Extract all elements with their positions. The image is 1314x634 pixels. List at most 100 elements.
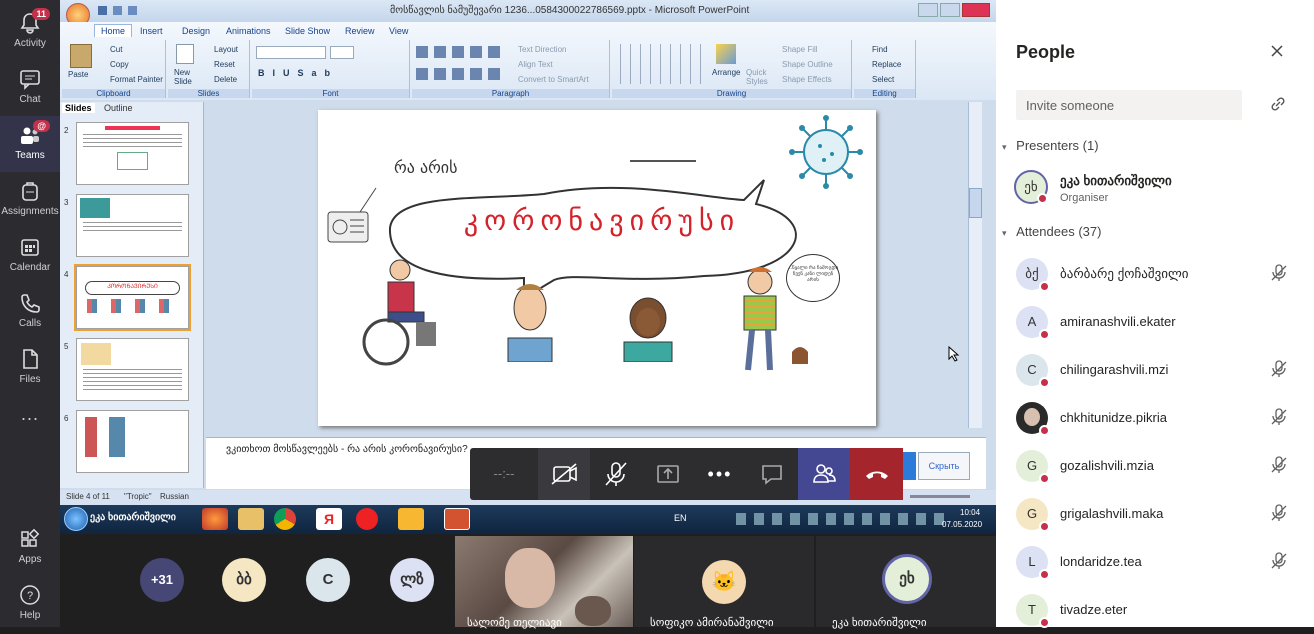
maximize-icon[interactable] (940, 3, 961, 17)
rail-chat[interactable]: Chat (0, 60, 60, 116)
tab-insert[interactable]: Insert (140, 26, 163, 36)
rail-assignments[interactable]: Assignments (0, 172, 60, 228)
close-icon[interactable] (962, 3, 990, 17)
current-slide[interactable]: რა არის კორონავირუსი ...წყალი რა ჩამოგდი… (318, 110, 876, 426)
layout-button[interactable]: Layout (214, 45, 238, 54)
rail-calendar[interactable]: Calendar (0, 228, 60, 284)
yandex-browser-icon[interactable] (356, 508, 378, 530)
shapes-gallery[interactable] (618, 44, 704, 84)
format-painter-button[interactable]: Format Painter (110, 75, 163, 84)
tab-view[interactable]: View (389, 26, 408, 36)
start-button[interactable] (64, 507, 88, 531)
overflow-participants-avatar[interactable]: +31 (140, 558, 184, 602)
delete-button[interactable]: Delete (214, 75, 237, 84)
yandex-icon[interactable]: Я (316, 508, 342, 530)
text-direction-button[interactable]: Text Direction (518, 45, 566, 54)
more-actions-button[interactable]: ••• (694, 448, 746, 500)
align-text-button[interactable]: Align Text (518, 60, 553, 69)
hide-popup-button[interactable]: Скрыть (918, 452, 970, 480)
rail-files[interactable]: Files (0, 340, 60, 396)
slide-thumbnail[interactable] (76, 194, 189, 257)
rail-activity[interactable]: 11 Activity (0, 4, 60, 60)
presenters-section-header[interactable]: ▾ Presenters (1) (1002, 138, 1099, 153)
tab-design[interactable]: Design (182, 26, 210, 36)
shape-fill-button[interactable]: Shape Fill (782, 45, 818, 54)
arrange-icon[interactable] (716, 44, 736, 64)
find-button[interactable]: Find (872, 45, 888, 54)
attendees-section-header[interactable]: ▾ Attendees (37) (1002, 224, 1101, 239)
shape-effects-button[interactable]: Shape Effects (782, 75, 832, 84)
mic-toggle-button[interactable] (590, 448, 642, 500)
participant-avatar[interactable]: ლზ (390, 558, 434, 602)
attendee-row[interactable]: ბქ ბარბარე ქოჩაშვილი (996, 250, 1314, 298)
shape-outline-button[interactable]: Shape Outline (782, 60, 833, 69)
tab-review[interactable]: Review (345, 26, 375, 36)
system-tray-icons[interactable] (736, 513, 946, 525)
pane-tab-slides[interactable]: Slides (62, 103, 95, 113)
arrange-button[interactable]: Arrange (712, 68, 740, 77)
more-apps-button[interactable]: ... (0, 404, 60, 460)
rail-help[interactable]: ? Help (0, 576, 60, 632)
align-buttons[interactable] (416, 68, 506, 80)
app-icon[interactable] (398, 508, 424, 530)
participants-toggle-button[interactable] (798, 448, 850, 500)
participant-avatar[interactable]: C (306, 558, 350, 602)
presenter-tile[interactable]: ეხ ეკა ხითარიშვილი (816, 536, 996, 629)
redo-icon[interactable] (128, 6, 137, 15)
slide-thumbnail[interactable] (76, 410, 189, 473)
share-screen-button[interactable] (642, 448, 694, 500)
vertical-scrollbar[interactable] (968, 102, 982, 428)
hang-up-button[interactable] (850, 448, 903, 500)
powerpoint-taskbar-icon[interactable] (444, 508, 470, 530)
font-format-buttons[interactable]: BIUSab (258, 68, 338, 78)
font-size-select[interactable] (330, 46, 354, 59)
attendee-row[interactable]: Llondaridze.tea (996, 538, 1314, 586)
rail-apps[interactable]: Apps (0, 520, 60, 576)
paste-button[interactable]: Paste (68, 70, 88, 79)
slide-thumbnail[interactable] (76, 122, 189, 185)
list-buttons[interactable] (416, 46, 506, 58)
invite-input[interactable]: Invite someone (1016, 90, 1242, 120)
tab-animations[interactable]: Animations (226, 26, 271, 36)
save-icon[interactable] (98, 6, 107, 15)
attendee-row[interactable]: Cchilingarashvili.mzi (996, 346, 1314, 394)
status-indicator (1037, 193, 1048, 204)
attendee-row[interactable]: Ggrigalashvili.maka (996, 490, 1314, 538)
chrome-icon[interactable] (274, 508, 296, 530)
new-slide-icon[interactable] (176, 44, 194, 64)
attendee-row[interactable]: chkhitunidze.pikria (996, 394, 1314, 442)
pane-tab-outline[interactable]: Outline (104, 103, 133, 113)
attendee-row[interactable]: Ggozalishvili.mzia (996, 442, 1314, 490)
participant-tile[interactable]: 🐱 სოფიკო ამირანაშვილი (634, 536, 814, 629)
firefox-icon[interactable] (202, 508, 228, 530)
slide-thumbnail-selected[interactable]: ᲙᲝᲠᲝᲜᲐᲕᲘᲠᲣᲡᲘ (74, 264, 191, 331)
copy-button[interactable]: Copy (110, 60, 129, 69)
participant-video[interactable]: სალომე თელიავი (455, 536, 633, 629)
rail-teams[interactable]: @ Teams (0, 116, 60, 172)
explorer-icon[interactable] (238, 508, 264, 530)
zoom-slider[interactable] (910, 495, 970, 498)
slide-thumbnail[interactable] (76, 338, 189, 401)
undo-icon[interactable] (113, 6, 122, 15)
replace-button[interactable]: Replace (872, 60, 901, 69)
reset-button[interactable]: Reset (214, 60, 235, 69)
tab-slide-show[interactable]: Slide Show (285, 26, 330, 36)
quick-styles-button[interactable]: Quick Styles (746, 68, 772, 86)
font-name-select[interactable] (256, 46, 326, 59)
rail-calls[interactable]: Calls (0, 284, 60, 340)
keyboard-language[interactable]: EN (674, 513, 687, 523)
minimize-icon[interactable] (918, 3, 939, 17)
participant-avatar[interactable]: ბბ (222, 558, 266, 602)
convert-smartart-button[interactable]: Convert to SmartArt (518, 75, 589, 84)
link-icon[interactable] (1270, 96, 1286, 112)
attendee-row[interactable]: Aamiranashvili.ekater (996, 298, 1314, 346)
camera-toggle-button[interactable] (538, 448, 590, 500)
select-button[interactable]: Select (872, 75, 894, 84)
tab-home[interactable]: Home (94, 24, 133, 37)
new-slide-button[interactable]: New Slide (174, 68, 198, 86)
paste-icon[interactable] (70, 44, 92, 68)
presenter-row[interactable]: ეხ ეკა ხითარიშვილი Organiser (996, 164, 1314, 212)
close-icon[interactable] (1270, 44, 1284, 58)
chat-toggle-button[interactable] (746, 448, 798, 500)
cut-button[interactable]: Cut (110, 45, 122, 54)
